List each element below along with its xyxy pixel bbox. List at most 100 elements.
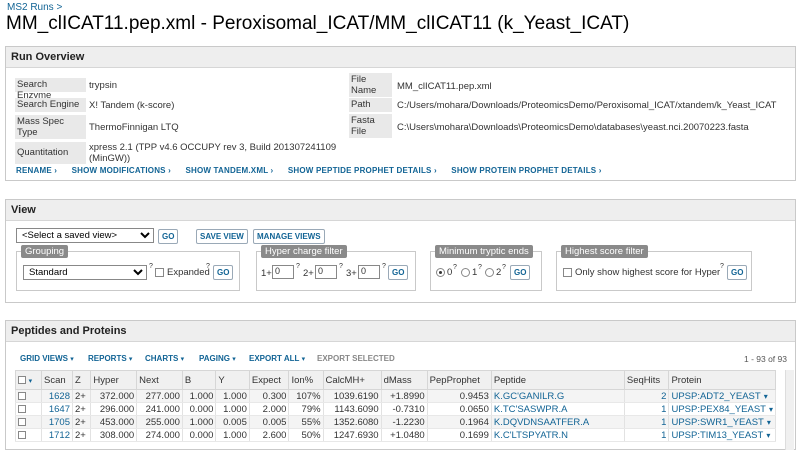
grouping-fieldset: Grouping Standard ? Expanded ? GO [16,245,240,291]
header-menu-icon[interactable]: ▾ [29,378,33,385]
tryptic-2-radio[interactable] [485,268,494,277]
page-title: MM_clICAT11.pep.xml - Peroxisomal_ICAT/M… [6,13,630,34]
seqhits-cell[interactable]: 1 [623,428,670,442]
peptide-cell[interactable]: K.GC'GANILR.G [490,389,625,403]
mass-spec-type-value: ThermoFinnigan LTQ [89,122,179,133]
row-checkbox[interactable] [18,391,26,400]
tryptic-go-button[interactable]: GO [510,265,531,280]
table-row[interactable]: 1628 2+ 372.000 277.000 1.000 1.000 0.30… [15,389,776,403]
expanded-checkbox[interactable] [155,268,164,277]
col-seqhits[interactable]: SeqHits [623,370,670,390]
protein-dropdown-icon[interactable]: ▾ [769,405,773,414]
col-scan[interactable]: Scan [41,370,73,390]
col-dmass[interactable]: dMass [380,370,428,390]
col-b[interactable]: B [181,370,217,390]
hyper-2plus-help-icon[interactable]: ? [339,263,343,270]
select-all-header[interactable]: ▾ [15,370,42,390]
save-view-button[interactable]: SAVE VIEW [196,229,248,244]
grid-views-menu[interactable]: GRID VIEWS ▾ [20,354,74,363]
scan-cell[interactable]: 1712 [41,428,73,442]
rename-link[interactable]: RENAME › [16,166,57,175]
table-row[interactable]: 1712 2+ 308.000 274.000 0.000 1.000 2.60… [15,428,776,442]
reports-menu[interactable]: REPORTS ▾ [88,354,132,363]
grouping-select[interactable]: Standard [23,265,147,280]
hyper-1plus-input[interactable]: 0 [272,265,294,279]
peptide-cell[interactable]: K.DQVDNSAATFER.A [490,415,625,429]
hyper-3plus-help-icon[interactable]: ? [382,263,386,270]
show-modifications-link[interactable]: SHOW MODIFICATIONS › [72,166,171,175]
expanded-help-icon[interactable]: ? [206,263,210,270]
protein-dropdown-icon[interactable]: ▾ [767,418,771,427]
vertical-scrollbar[interactable] [785,370,794,450]
hyper-go-button[interactable]: GO [388,265,409,280]
row-checkbox[interactable] [18,417,26,426]
highest-score-go-button[interactable]: GO [727,265,748,280]
hyper-2plus-input[interactable]: 0 [315,265,337,279]
protein-cell[interactable]: UPSP:SWR1_YEAST ▾ [668,415,776,429]
breadcrumb[interactable]: MS2 Runs > [7,2,62,13]
peptide-cell[interactable]: K.TC'SASWPR.A [490,402,625,416]
ion-cell: 50% [288,428,324,442]
scan-cell[interactable]: 1628 [41,389,73,403]
tryptic-1-help-icon[interactable]: ? [478,264,482,271]
select-all-checkbox[interactable] [18,375,26,384]
protein-cell[interactable]: UPSP:ADT2_YEAST ▾ [668,389,776,403]
export-selected-button[interactable]: EXPORT SELECTED [317,354,395,363]
tryptic-2-label: 2 [496,267,502,278]
highest-score-checkbox[interactable] [563,268,572,277]
scan-cell[interactable]: 1647 [41,402,73,416]
table-row[interactable]: 1647 2+ 296.000 241.000 0.000 1.000 2.00… [15,402,776,416]
expect-cell: 0.300 [248,389,290,403]
tryptic-2-help-icon[interactable]: ? [502,264,506,271]
grouping-go-button[interactable]: GO [213,265,234,280]
charts-menu[interactable]: CHARTS ▾ [145,354,184,363]
export-all-menu[interactable]: EXPORT ALL ▾ [249,354,305,363]
peptides-panel: Peptides and Proteins GRID VIEWS ▾ REPOR… [5,320,796,450]
col-y[interactable]: Y [215,370,250,390]
show-tandem-xml-link[interactable]: SHOW TANDEM.XML › [185,166,273,175]
seqhits-cell[interactable]: 1 [623,402,670,416]
next-cell: 241.000 [136,402,183,416]
pepprophet-cell: 0.1964 [426,415,492,429]
col-calcmh[interactable]: CalcMH+ [322,370,382,390]
col-next[interactable]: Next [136,370,183,390]
table-row[interactable]: 1705 2+ 453.000 255.000 1.000 0.005 0.00… [15,415,776,429]
protein-dropdown-icon[interactable]: ▾ [766,431,770,440]
scan-cell[interactable]: 1705 [41,415,73,429]
grouping-help-icon[interactable]: ? [149,263,153,270]
protein-cell[interactable]: UPSP:TIM13_YEAST ▾ [668,428,776,442]
file-name-value: MM_clICAT11.pep.xml [397,81,492,92]
tryptic-1-radio[interactable] [461,268,470,277]
saved-view-go-button[interactable]: GO [158,229,179,244]
protein-dropdown-icon[interactable]: ▾ [764,392,768,401]
highest-score-help-icon[interactable]: ? [720,263,724,270]
hyper-1plus-help-icon[interactable]: ? [296,263,300,270]
show-protein-prophet-details-link[interactable]: SHOW PROTEIN PROPHET DETAILS › [451,166,601,175]
col-expect[interactable]: Expect [248,370,290,390]
row-checkbox[interactable] [18,430,26,439]
ion-cell: 79% [288,402,324,416]
seqhits-cell[interactable]: 1 [623,415,670,429]
col-z[interactable]: Z [71,370,92,390]
saved-view-select[interactable]: <Select a saved view> [16,228,154,243]
peptides-table: ▾ Scan Z Hyper Next B Y Expect Ion% Calc… [15,370,776,442]
col-pepprophet[interactable]: PepProphet [426,370,492,390]
row-checkbox[interactable] [18,404,26,413]
run-actions: RENAME › SHOW MODIFICATIONS › SHOW TANDE… [16,166,614,175]
hyper-3plus-input[interactable]: 0 [358,265,380,279]
col-protein[interactable]: Protein [668,370,776,390]
tryptic-ends-fieldset: Minimum tryptic ends 0 ? 1 ? 2 ? GO [430,245,542,291]
show-peptide-prophet-details-link[interactable]: SHOW PEPTIDE PROPHET DETAILS › [288,166,437,175]
file-name-label: File Name [349,73,392,97]
tryptic-0-help-icon[interactable]: ? [453,264,457,271]
manage-views-button[interactable]: MANAGE VIEWS [253,229,325,244]
paging-menu[interactable]: PAGING ▾ [199,354,236,363]
peptide-cell[interactable]: K.C'LTSPYATR.N [490,428,625,442]
col-hyper[interactable]: Hyper [90,370,138,390]
seqhits-cell[interactable]: 2 [623,389,670,403]
y-cell: 1.000 [215,389,250,403]
col-peptide[interactable]: Peptide [490,370,625,390]
protein-cell[interactable]: UPSP:PEX84_YEAST ▾ [668,402,776,416]
col-ion[interactable]: Ion% [288,370,324,390]
tryptic-0-radio[interactable] [436,268,445,277]
